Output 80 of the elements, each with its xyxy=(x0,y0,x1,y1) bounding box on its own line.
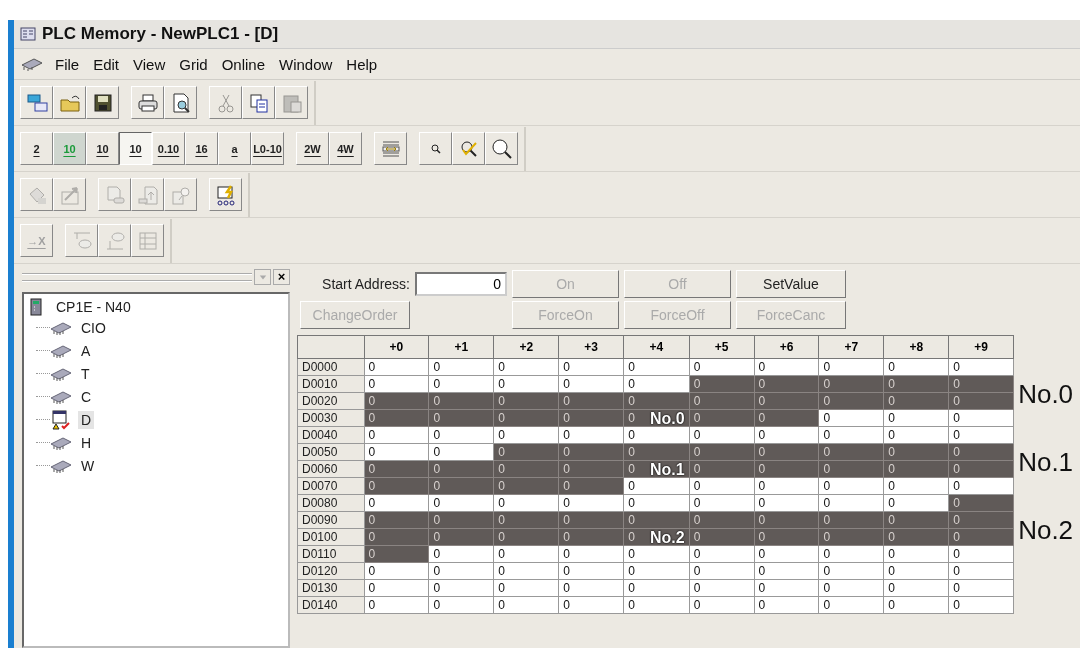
format-button[interactable]: 4W xyxy=(329,132,362,165)
column-header: +0 xyxy=(364,335,429,359)
monitor-lightning-icon xyxy=(214,183,237,206)
corner-header xyxy=(297,335,364,359)
chip-icon xyxy=(50,366,72,381)
column-header: +4 xyxy=(623,335,690,359)
column-header: +2 xyxy=(493,335,559,359)
monitor-lightning-button[interactable] xyxy=(209,178,242,211)
tree-item[interactable]: H xyxy=(78,433,95,452)
tree-item[interactable]: T xyxy=(78,364,93,383)
search-check-button[interactable] xyxy=(452,132,485,165)
menu-item[interactable]: Online xyxy=(214,55,272,73)
column-header: +5 xyxy=(689,335,755,359)
column-header: +8 xyxy=(883,335,949,359)
plc-icon xyxy=(30,298,42,316)
menu-item[interactable]: File xyxy=(48,55,87,73)
close-button[interactable]: × xyxy=(273,269,290,285)
printer-button[interactable] xyxy=(131,86,164,119)
printer-icon xyxy=(136,91,159,114)
menu-item[interactable]: View xyxy=(126,55,173,73)
format-button[interactable]: 2 xyxy=(20,132,53,165)
floppy-icon xyxy=(91,91,114,114)
tree-item[interactable]: CP1E - N40 xyxy=(56,299,131,315)
tree-item[interactable]: D xyxy=(78,410,95,429)
tree-item[interactable]: W xyxy=(78,456,98,475)
menu-item[interactable]: Grid xyxy=(172,55,215,73)
block-label: No.1 xyxy=(1018,454,1074,470)
memory-window-icon xyxy=(50,409,72,430)
tree-item[interactable]: CIO xyxy=(78,318,109,337)
column-header: +6 xyxy=(754,335,819,359)
copy-icon xyxy=(247,91,270,114)
block-label: No.0 xyxy=(649,410,685,426)
tree-item[interactable]: A xyxy=(78,341,94,360)
column-header: +3 xyxy=(558,335,624,359)
menu-item[interactable]: Edit xyxy=(86,55,127,73)
cell-value: 0 xyxy=(628,410,635,425)
app-icon xyxy=(20,26,36,42)
windows-icon xyxy=(25,91,48,114)
block-label: No.2 xyxy=(1018,522,1074,538)
menu-item[interactable]: Window xyxy=(272,55,340,73)
dropdown-button[interactable] xyxy=(254,269,271,285)
format-button[interactable]: L0-10 xyxy=(251,132,284,165)
format-button[interactable]: 2W xyxy=(296,132,329,165)
page-magnifier-button[interactable] xyxy=(164,86,197,119)
search-button[interactable] xyxy=(485,132,518,165)
column-header: +9 xyxy=(948,335,1014,359)
search-button[interactable] xyxy=(419,132,452,165)
chip-icon xyxy=(50,435,72,450)
column-header: +1 xyxy=(428,335,494,359)
chip-icon xyxy=(50,458,72,473)
windows-button[interactable] xyxy=(20,86,53,119)
grid-icon xyxy=(136,229,159,252)
cell-value: 0 xyxy=(628,529,635,544)
chip-icon xyxy=(50,389,72,404)
block-label: No.0 xyxy=(1018,386,1074,402)
column-width-button[interactable] xyxy=(374,132,407,165)
format-button[interactable]: 10 xyxy=(86,132,119,165)
column-header: +7 xyxy=(818,335,884,359)
action-button[interactable]: SetValue xyxy=(736,270,846,298)
cell-value: 0 xyxy=(628,461,635,476)
caret-icon xyxy=(258,273,267,281)
start-address-label: Start Address: xyxy=(321,276,410,292)
block-label: No.2 xyxy=(649,529,685,545)
format-button[interactable]: 16 xyxy=(185,132,218,165)
menu-item[interactable]: Help xyxy=(339,55,385,73)
search-icon xyxy=(490,137,513,160)
format-button[interactable]: 0.10 xyxy=(152,132,185,165)
format-button[interactable]: 10 xyxy=(119,132,152,165)
window-title: PLC Memory - NewPLC1 - [D] xyxy=(42,24,279,44)
chip-icon xyxy=(50,320,72,335)
chip-icon xyxy=(20,57,44,71)
start-address-field[interactable]: 0 xyxy=(415,272,507,296)
document-arrow-icon xyxy=(136,183,159,206)
floppy-button[interactable] xyxy=(86,86,119,119)
chip-icon xyxy=(50,343,72,358)
format-button[interactable]: a xyxy=(218,132,251,165)
block-label: No.1 xyxy=(649,461,685,477)
copy-button[interactable] xyxy=(242,86,275,119)
pane-grip[interactable] xyxy=(22,272,252,282)
tree-item[interactable]: C xyxy=(78,387,95,406)
